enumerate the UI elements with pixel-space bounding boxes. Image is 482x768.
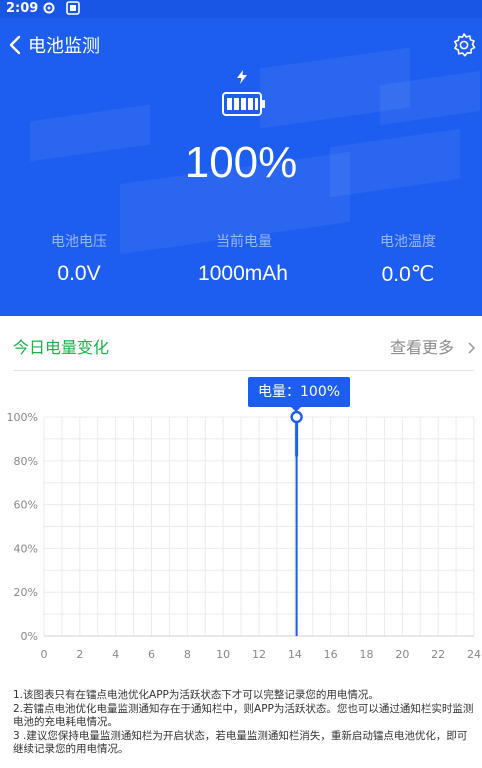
y-tick-label: 60% (14, 499, 38, 512)
x-tick-label: 18 (360, 648, 374, 661)
x-tick-label: 20 (395, 648, 409, 661)
chart-tooltip-arrow (290, 406, 302, 412)
back-icon[interactable] (6, 34, 26, 56)
battery-chart: 0%20%40%60%80%100%0 2 4 6 8 10 12 14 16 18 20 22 24 (7, 410, 481, 661)
settings-icon[interactable] (451, 32, 477, 58)
note-item: 1.该图表只有在镭点电池优化APP为活跃状态下才可以完整记录您的用电情况。 (13, 689, 379, 701)
view-more-link[interactable]: 查看更多 (390, 334, 477, 358)
x-tick-label: 22 (431, 648, 445, 661)
view-more-label: 查看更多 (390, 338, 455, 357)
x-tick-label: 0 (41, 648, 48, 661)
y-tick-label: 100% (7, 411, 38, 424)
x-tick-label: 14 (288, 648, 302, 661)
x-tick-label: 16 (324, 648, 338, 661)
section-title: 今日电量变化 (13, 338, 110, 357)
x-tick-label: 10 (216, 648, 230, 661)
temperature-label: 电池温度 (380, 234, 436, 250)
temperature-value: 0.0℃ (381, 263, 435, 286)
capacity-value: 1000mAh (198, 262, 288, 285)
battery-percent: 100% (184, 138, 298, 187)
note-item: 3 .建议您保持电量监测通知栏为开启状态，若电量监测通知栏消失，重新启动镭点电池… (13, 729, 468, 756)
settings-status-icon (43, 2, 55, 14)
y-tick-label: 40% (14, 542, 38, 555)
x-tick-label: 24 (467, 648, 481, 661)
x-tick-label: 6 (148, 648, 155, 661)
status-bar: 2:09 (0, 0, 482, 18)
y-tick-label: 80% (14, 455, 38, 468)
charging-bolt-icon (237, 70, 247, 84)
x-tick-label: 8 (184, 648, 191, 661)
x-tick-label: 12 (252, 648, 266, 661)
screenshot-status-icon (66, 1, 80, 15)
section-divider (13, 370, 474, 371)
status-time: 2:09 (6, 1, 39, 16)
voltage-label: 电池电压 (51, 234, 107, 250)
voltage-value: 0.0V (57, 262, 101, 285)
data-point-marker (290, 410, 303, 424)
y-tick-label: 20% (14, 586, 38, 599)
x-tick-label: 4 (112, 648, 119, 661)
note-item: 2.若镭点电池优化电量监测通知存在于通知栏中，则APP为活跃状态。您也可以通过通… (13, 702, 474, 729)
chart-tooltip: 电量：100% (248, 377, 351, 407)
battery-icon (222, 92, 265, 116)
capacity-label: 当前电量 (216, 234, 272, 250)
notes: 1.该图表只有在镭点电池优化APP为活跃状态下才可以完整记录您的用电情况。 2.… (13, 689, 475, 757)
y-tick-label: 0% (21, 630, 38, 643)
x-tick-label: 2 (76, 648, 83, 661)
page-title: 电池监测 (28, 36, 100, 57)
chevron-right-icon (468, 342, 476, 354)
